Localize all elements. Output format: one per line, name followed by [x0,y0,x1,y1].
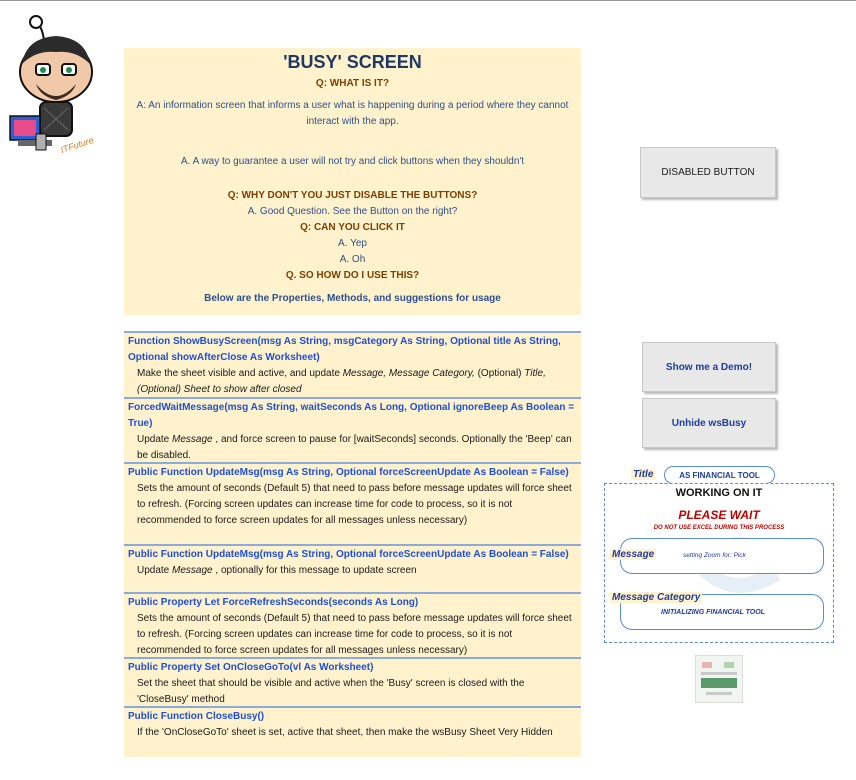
doc-signature: Public Function CloseBusy() [128,711,265,722]
busy-message-value: setting Zoom for: Pick [683,552,746,559]
question-why-not-disable: Q: WHY DON'T YOU JUST DISABLE THE BUTTON… [227,190,478,201]
doc-item-updatemsg-1: Public Function UpdateMsg(msg As String,… [124,462,581,544]
doc-item-forcerefreshseconds: Public Property Let ForceRefreshSeconds(… [124,592,581,657]
doc-item-closebusy: Public Function CloseBusy() If the 'OnCl… [124,706,581,757]
sheet-top-border [0,0,856,1]
itfuture-avatar-logo: ITFuture [6,12,106,162]
busy-screen-intro-panel: 'BUSY' SCREEN Q: WHAT IS IT? A: An infor… [124,48,581,315]
question-what-is-it: Q: WHAT IS IT? [315,78,390,89]
doc-signature: ForcedWaitMessage(msg As String, waitSec… [128,402,575,429]
unhide-wsbusy-button[interactable]: Unhide wsBusy [642,398,776,448]
doc-item-forcedwaitmessage: ForcedWaitMessage(msg As String, waitSec… [124,397,581,462]
doc-signature: Public Function UpdateMsg(msg As String,… [128,467,569,478]
doc-description: Sets the amount of seconds (Default 5) t… [137,613,572,656]
doc-description: Update Message , optionally for this mes… [137,565,417,576]
question-can-you-click: Q: CAN YOU CLICK IT [300,222,405,233]
page-title: 'BUSY' SCREEN [283,52,422,72]
doc-description: Make the sheet visible and active, and u… [137,368,546,395]
busy-title-label: Title [631,469,656,480]
disabled-button[interactable]: DISABLED BUTTON [640,147,776,198]
doc-description: Update Message , and force screen to pau… [137,434,572,461]
answer-yep: A. Yep [338,238,367,249]
busy-category-label: Message Category [610,592,703,603]
busy-category-value: INITIALIZING FINANCIAL TOOL [661,609,765,616]
doc-signature: Public Function UpdateMsg(msg As String,… [128,549,569,560]
doc-item-onclosegoto: Public Property Set OnCloseGoTo(vl As Wo… [124,657,581,706]
answer-good-question: A. Good Question. See the Button on the … [247,206,458,217]
answer-oh: A. Oh [339,254,366,265]
financial-tool-thumbnail-icon[interactable] [695,655,743,703]
doc-signature: Function ShowBusyScreen(msg As String, m… [128,336,561,363]
answer-what-is-it: A: An information screen that informs a … [136,100,569,127]
doc-description: Sets the amount of seconds (Default 5) t… [137,483,572,526]
busy-message-label: Message [610,549,657,560]
doc-signature: Public Property Let ForceRefreshSeconds(… [128,597,419,608]
answer-guarantee: A. A way to guarantee a user will not tr… [180,156,525,167]
question-how-to-use: Q. SO HOW DO I USE THIS? [285,270,420,281]
doc-item-showbusyscreen: Function ShowBusyScreen(msg As String, m… [124,331,581,397]
busy-title-field[interactable]: AS FINANCIAL TOOL [664,466,775,484]
busy-working-text: WORKING ON IT [675,487,763,499]
doc-description: If the 'OnCloseGoTo' sheet is set, activ… [137,727,553,738]
usage-footer: Below are the Properties, Methods, and s… [204,293,501,304]
doc-description: Set the sheet that should be visible and… [137,678,525,705]
show-demo-button[interactable]: Show me a Demo! [642,342,776,392]
doc-signature: Public Property Set OnCloseGoTo(vl As Wo… [128,662,374,673]
doc-item-updatemsg-2: Public Function UpdateMsg(msg As String,… [124,544,581,592]
